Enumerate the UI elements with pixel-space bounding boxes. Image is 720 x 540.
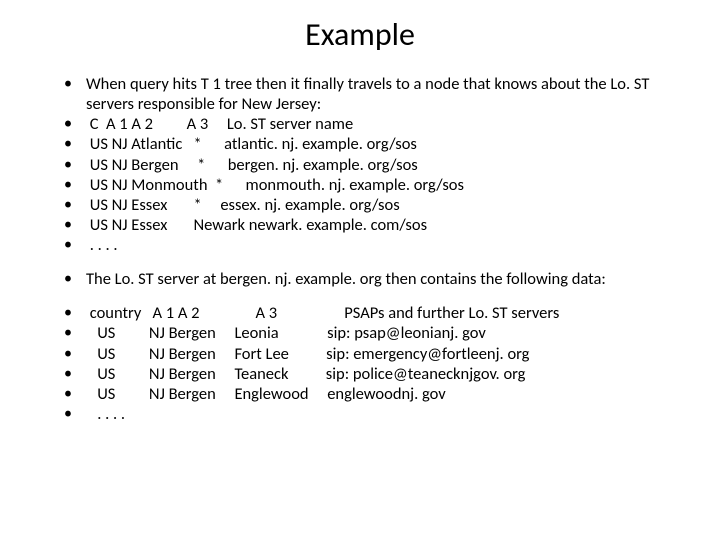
b2-intro: The Lo. ST server at bergen. nj. example… — [64, 269, 672, 289]
bullet-list-2: The Lo. ST server at bergen. nj. example… — [48, 269, 672, 289]
bullet-list-1: When query hits T 1 tree then it finally… — [48, 74, 672, 255]
slide-title: Example — [48, 15, 672, 54]
b3-r1: US NJ Bergen Leonia sip: psap@leonianj. … — [64, 323, 672, 343]
b3-r3: US NJ Bergen Teaneck sip: police@teaneck… — [64, 364, 672, 384]
b3-r0: country A 1 A 2 A 3 PSAPs and further Lo… — [64, 303, 672, 323]
bullet-list-3: country A 1 A 2 A 3 PSAPs and further Lo… — [48, 303, 672, 424]
b1-r4: US NJ Monmouth * monmouth. nj. example. … — [64, 175, 672, 195]
b3-r4: US NJ Bergen Englewood englewoodnj. gov — [64, 384, 672, 404]
b1-r1: C A 1 A 2 A 3 Lo. ST server name — [64, 114, 672, 134]
b1-intro: When query hits T 1 tree then it finally… — [64, 74, 672, 114]
b3-r5: . . . . — [64, 404, 672, 424]
b1-r7: . . . . — [64, 235, 672, 255]
b1-r5: US NJ Essex * essex. nj. example. org/so… — [64, 195, 672, 215]
b1-r6: US NJ Essex Newark newark. example. com/… — [64, 215, 672, 235]
b1-r2: US NJ Atlantic * atlantic. nj. example. … — [64, 134, 672, 154]
b3-r2: US NJ Bergen Fort Lee sip: emergency@for… — [64, 344, 672, 364]
b1-r3: US NJ Bergen * bergen. nj. example. org/… — [64, 155, 672, 175]
